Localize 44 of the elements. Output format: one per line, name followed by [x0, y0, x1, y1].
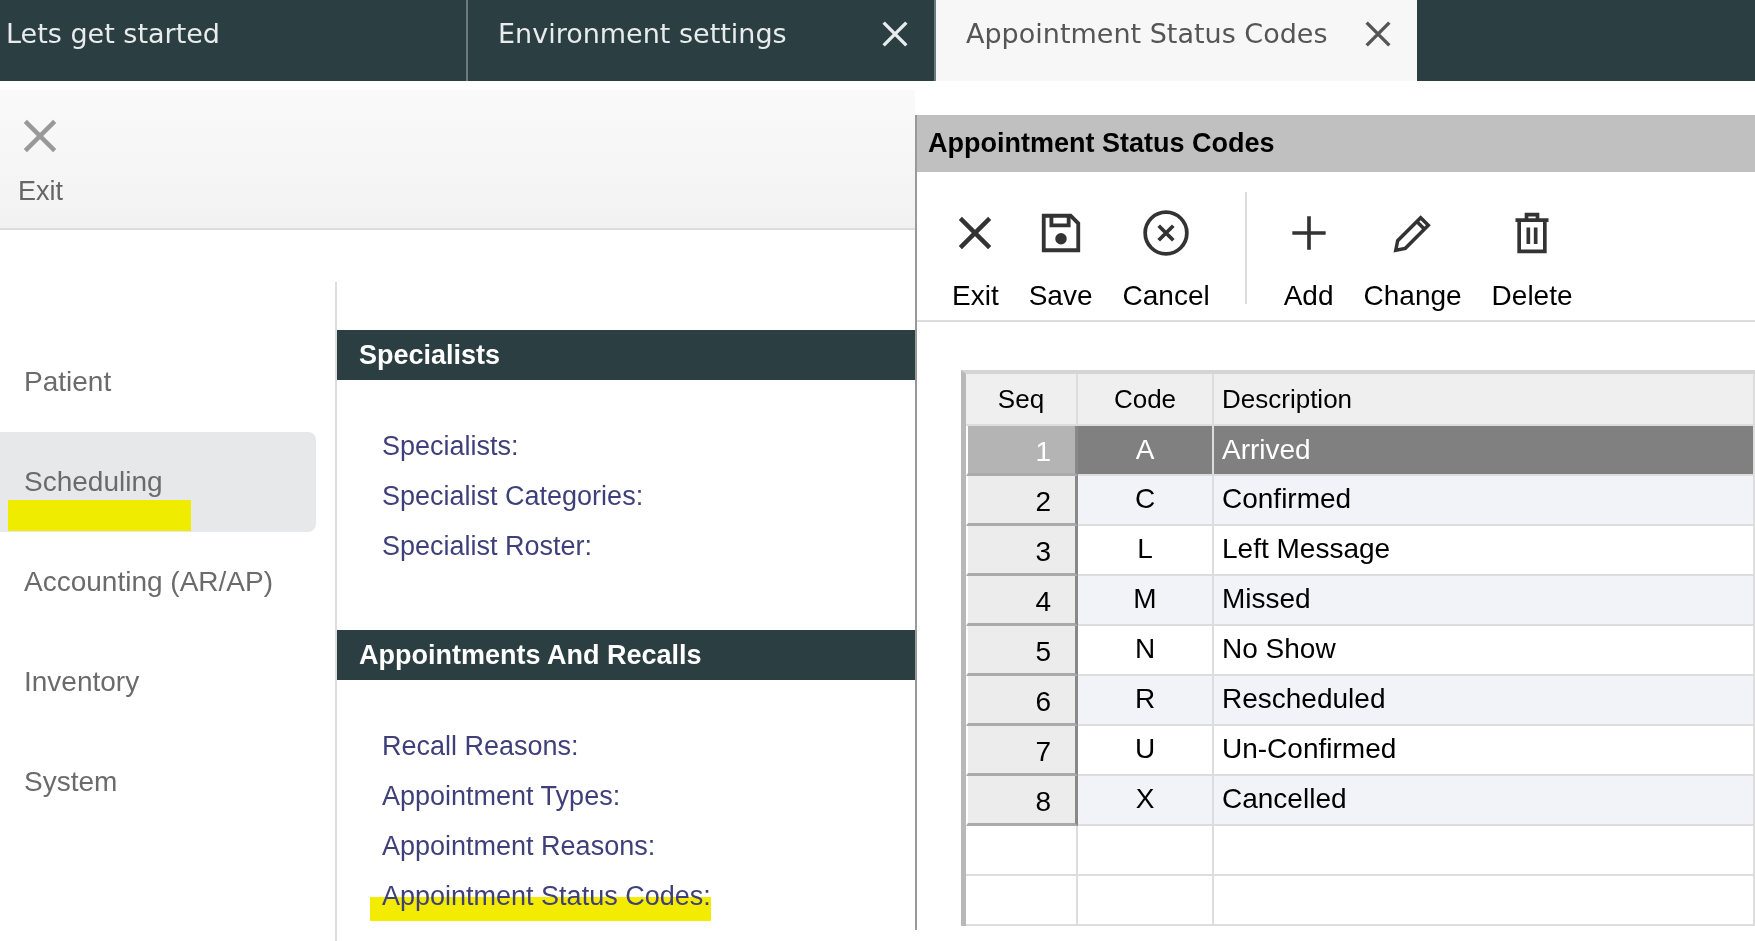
sidebar-item[interactable]: Accounting (AR/AP): [0, 532, 316, 632]
tab[interactable]: Lets get started: [0, 0, 468, 81]
sidebar-item[interactable]: Inventory: [0, 632, 316, 732]
menu-link[interactable]: Appointment Reasons:: [382, 821, 656, 871]
save-button[interactable]: Save: [1013, 192, 1108, 312]
menu-link[interactable]: Recall Reasons:: [382, 721, 579, 771]
delete-button[interactable]: Delete: [1476, 192, 1588, 312]
row-header[interactable]: 2: [966, 476, 1078, 526]
menu-link[interactable]: Specialist Categories:: [382, 471, 644, 521]
row-header[interactable]: 3: [966, 526, 1078, 576]
column-header[interactable]: Description: [1214, 374, 1755, 426]
add-button[interactable]: Add: [1268, 192, 1349, 312]
column-header[interactable]: Seq: [966, 374, 1078, 426]
table-cell: X: [1078, 776, 1214, 826]
row-header[interactable]: 8: [966, 776, 1078, 826]
sidebar-item[interactable]: Scheduling: [0, 432, 316, 532]
circled-x-icon: [1141, 208, 1192, 258]
table-cell: C: [1078, 476, 1214, 526]
table-cell: M: [1078, 576, 1214, 626]
section-header: Appointments And Recalls: [337, 630, 915, 680]
row-header[interactable]: 7: [966, 726, 1078, 776]
table-cell: Cancelled: [1214, 776, 1755, 826]
sidebar-item[interactable]: System: [0, 732, 316, 832]
column-header[interactable]: Code: [1078, 374, 1214, 426]
menu-link[interactable]: Specialists:: [382, 421, 519, 471]
table-cell: Missed: [1214, 576, 1755, 626]
sidebar-item[interactable]: Patient: [0, 332, 316, 432]
row-header[interactable]: 5: [966, 626, 1078, 676]
table-cell: Confirmed: [1214, 476, 1755, 526]
table-cell: Arrived: [1214, 426, 1755, 476]
table-cell: R: [1078, 676, 1214, 726]
row-header[interactable]: 4: [966, 576, 1078, 626]
menu-link[interactable]: Specialist Roster:: [382, 521, 593, 571]
section-header: Specialists: [337, 330, 915, 380]
tab[interactable]: Appointment Status Codes: [936, 0, 1417, 81]
dialog-title: Appointment Status Codes: [917, 115, 1755, 172]
change-button[interactable]: Change: [1348, 192, 1477, 312]
table-cell: Rescheduled: [1214, 676, 1755, 726]
cancel-button[interactable]: Cancel: [1107, 192, 1225, 312]
table-cell: A: [1078, 426, 1214, 476]
menu-link[interactable]: Appointment Types:: [382, 771, 621, 821]
exit-button[interactable]: Exit: [937, 192, 1014, 312]
exit-button[interactable]: Exit: [0, 90, 63, 207]
row-header[interactable]: 6: [966, 676, 1078, 726]
